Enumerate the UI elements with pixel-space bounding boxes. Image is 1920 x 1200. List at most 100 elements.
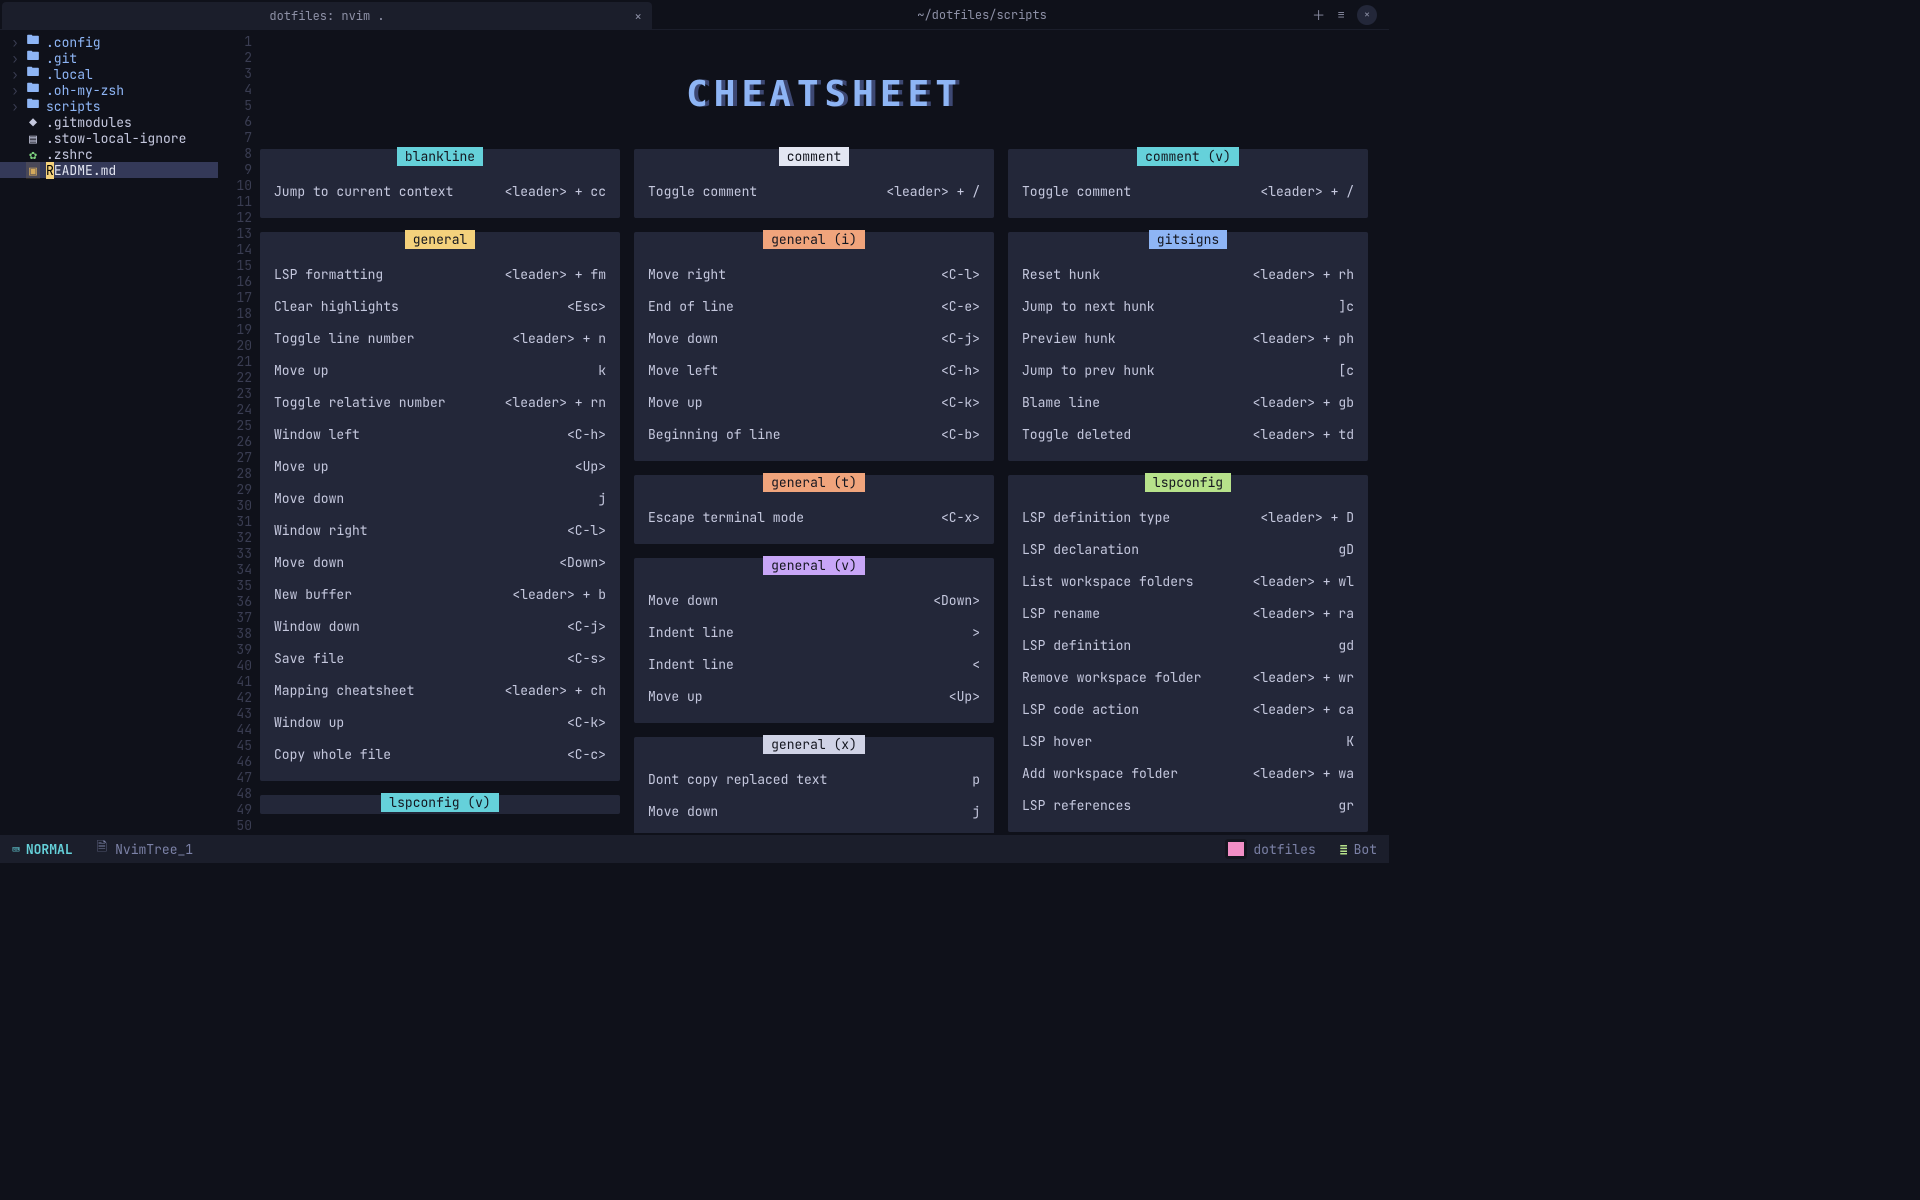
mapping-row: Preview hunk <leader> + ph	[1022, 323, 1354, 355]
tree-item[interactable]: ◆.gitmodules	[0, 114, 218, 130]
new-tab-icon[interactable]: ＋	[1312, 5, 1325, 24]
section-title-chip: comment	[779, 147, 850, 166]
filename-label: NvimTree_1	[115, 841, 193, 858]
file-icon: ▤	[26, 130, 40, 147]
chevron-right-icon: ›	[10, 50, 20, 67]
tree-item-label: .local	[46, 66, 93, 83]
mapping-row: Move down<Down>	[274, 547, 606, 579]
mapping-row: Move down<C-j>	[648, 323, 980, 355]
mapping-key: >	[972, 617, 980, 649]
cheatsheet-section: general (v)Move down<Down>Indent line>In…	[634, 558, 994, 723]
mapping-label: Toggle relative number	[274, 387, 446, 419]
mapping-row: Jump to prev hunk [c	[1022, 355, 1354, 387]
mapping-label: Move up	[648, 681, 703, 713]
scroll-pos-icon: ≣	[1340, 841, 1348, 858]
mapping-key: K	[1346, 726, 1354, 758]
cheatsheet-column: commentToggle comment<leader> + /general…	[634, 149, 994, 833]
cheatsheet-section: general (i)Move right<C-l>End of line<C-…	[634, 232, 994, 461]
mapping-row: Move upk	[274, 355, 606, 387]
mapping-label: Toggle comment	[1022, 176, 1131, 208]
mapping-row: End of line <C-e>	[648, 291, 980, 323]
mapping-row: Add workspace folder<leader> + wa	[1022, 758, 1354, 790]
mapping-key: <leader> + b	[512, 579, 606, 611]
status-bar: ⌨ NORMAL 🗎 NvimTree_1 dotfiles ≣ Bot	[0, 835, 1389, 863]
title-bar: dotfiles: nvim . × ~/dotfiles/scripts ＋ …	[0, 0, 1389, 30]
cheatsheet-section: blanklineJump to current context<leader>…	[260, 149, 620, 218]
section-title-chip: general (t)	[763, 473, 865, 492]
mapping-key: <Down>	[559, 547, 606, 579]
mapping-row: LSP rename<leader> + ra	[1022, 598, 1354, 630]
mapping-key: <	[972, 649, 980, 681]
mapping-label: Save file	[274, 643, 344, 675]
mode-segment: ⌨ NORMAL	[0, 835, 85, 863]
tree-item[interactable]: ›🖿scripts	[0, 98, 218, 114]
mapping-row: Dont copy replaced text p	[648, 764, 980, 796]
tree-item-label: .oh-my-zsh	[46, 82, 124, 99]
mapping-key: p	[972, 764, 980, 796]
mapping-key: <C-j>	[941, 323, 980, 355]
mapping-row: Escape terminal mode<C-x>	[648, 502, 980, 534]
cheatsheet-column: blanklineJump to current context<leader>…	[260, 149, 620, 833]
mapping-label: End of line	[648, 291, 734, 323]
mapping-row: Toggle comment<leader> + /	[1022, 176, 1354, 208]
mapping-key: <leader> + wl	[1253, 566, 1354, 598]
tree-item-label: .zshrc	[46, 146, 93, 163]
file-tree[interactable]: ›🖿.config›🖿.git›🖿.local›🖿.oh-my-zsh›🖿scr…	[0, 30, 218, 833]
mapping-key: [c	[1338, 355, 1354, 387]
mapping-key: <leader> + fm	[505, 259, 606, 291]
mode-label: NORMAL	[26, 841, 73, 858]
section-title-chip: general	[405, 230, 476, 249]
mapping-row: Toggle relative number<leader> + rn	[274, 387, 606, 419]
mapping-key: <C-k>	[941, 387, 980, 419]
section-title-chip: blankline	[397, 147, 483, 166]
mapping-label: Preview hunk	[1022, 323, 1116, 355]
section-title-chip: lspconfig (v)	[381, 793, 498, 812]
tree-item[interactable]: ✿.zshrc	[0, 146, 218, 162]
mapping-row: Copy whole file<C-c>	[274, 739, 606, 771]
cheatsheet-column: comment (v)Toggle comment<leader> + / git…	[1008, 149, 1368, 833]
mapping-row: LSP code action<leader> + ca	[1022, 694, 1354, 726]
mapping-key: <leader> + td	[1253, 419, 1354, 451]
tree-item[interactable]: ▤.stow-local-ignore	[0, 130, 218, 146]
mapping-label: Indent line	[648, 649, 734, 681]
tree-item-label: README.md	[46, 162, 116, 179]
tree-item[interactable]: ▣README.md	[0, 162, 218, 178]
window-close-icon[interactable]: ×	[1357, 5, 1377, 25]
window-controls: ＋ ≡ ×	[1312, 0, 1389, 29]
mode-icon: ⌨	[12, 841, 20, 858]
position-segment: ≣ Bot	[1328, 835, 1389, 863]
mapping-label: Jump to prev hunk	[1022, 355, 1155, 387]
tree-item-label: .git	[46, 50, 77, 67]
cheatsheet-section: generalLSP formatting<leader> + fmClear …	[260, 232, 620, 781]
mapping-key: ]c	[1338, 291, 1354, 323]
mapping-row: Beginning of line<C-b>	[648, 419, 980, 451]
mapping-label: Dont copy replaced text	[648, 764, 827, 796]
mapping-row: LSP formatting<leader> + fm	[274, 259, 606, 291]
tab-title: dotfiles: nvim .	[2, 8, 652, 24]
mapping-row: Window right<C-l>	[274, 515, 606, 547]
mapping-row: Move up<Up>	[648, 681, 980, 713]
mapping-row: Move up<Up>	[274, 451, 606, 483]
mapping-key: <C-e>	[941, 291, 980, 323]
mapping-row: Window left<C-h>	[274, 419, 606, 451]
window-tab[interactable]: dotfiles: nvim . ×	[2, 2, 652, 29]
mapping-label: Window right	[274, 515, 368, 547]
mapping-key: <C-k>	[567, 707, 606, 739]
mapping-row: Indent line <	[648, 649, 980, 681]
cwd-label: ~/dotfiles/scripts	[652, 7, 1312, 23]
cheatsheet-section: lspconfig (v)	[260, 795, 620, 814]
cheatsheet-section: comment (v)Toggle comment<leader> + /	[1008, 149, 1368, 218]
mapping-label: LSP references	[1022, 790, 1131, 822]
cheatsheet-columns: blanklineJump to current context<leader>…	[260, 149, 1389, 833]
hamburger-icon[interactable]: ≡	[1337, 6, 1345, 23]
mapping-label: LSP definition type	[1022, 502, 1170, 534]
mapping-label: LSP definition	[1022, 630, 1131, 662]
mapping-row: Move downj	[648, 796, 980, 828]
mapping-row: Toggle line number<leader> + n	[274, 323, 606, 355]
mapping-label: List workspace folders	[1022, 566, 1194, 598]
mapping-row: Move down<Down>	[648, 585, 980, 617]
git-branch-icon	[1225, 839, 1247, 859]
tab-close-icon[interactable]: ×	[634, 8, 642, 25]
mapping-key: <leader> + ph	[1253, 323, 1354, 355]
section-title-chip: gitsigns	[1149, 230, 1227, 249]
